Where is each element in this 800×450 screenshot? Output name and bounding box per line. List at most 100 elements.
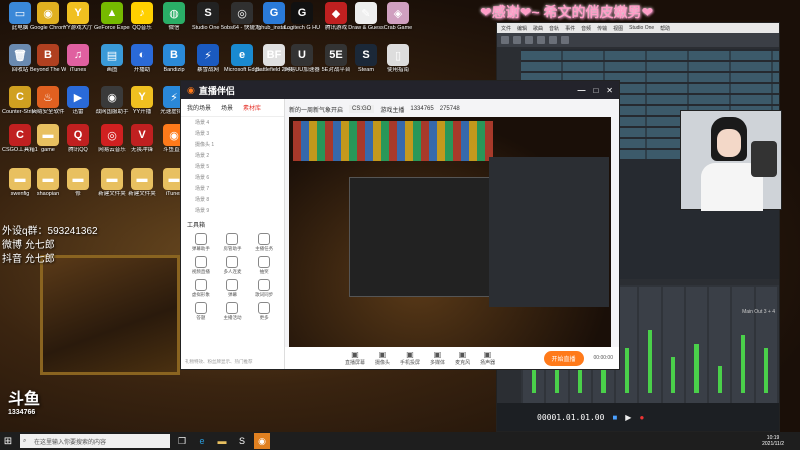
toolbox-item[interactable]: 弹幕 <box>217 279 249 298</box>
scene-item[interactable]: 摄像头 1 <box>181 139 284 150</box>
play-icon[interactable]: ▶ <box>625 413 631 422</box>
scene-item[interactable]: 场景 4 <box>181 117 284 128</box>
start-live-button[interactable]: 开始直播 <box>543 350 584 366</box>
track-lane[interactable] <box>521 62 779 71</box>
stop-icon[interactable]: ■ <box>612 413 617 422</box>
source-button[interactable]: ▣ 摄像头 <box>375 350 390 366</box>
app-icon: ◉ <box>101 86 123 108</box>
toolbox-item[interactable]: 视频直播 <box>185 256 217 275</box>
daw-menu-item[interactable]: Studio One <box>629 25 654 31</box>
tool-mute-icon[interactable] <box>561 36 569 44</box>
toolbox-item[interactable]: 虚拟形象 <box>185 279 217 298</box>
scene-tab[interactable]: 我的场景 <box>187 103 211 112</box>
desktop-icon[interactable]: ♪ QQ音乐 <box>124 2 160 31</box>
mixer-channel[interactable] <box>639 287 661 403</box>
scene-item[interactable]: 场景 7 <box>181 183 284 194</box>
desktop-icon[interactable]: ◐ 开播助 <box>124 44 160 73</box>
desktop-icon[interactable]: ◈ Crab Game <box>380 2 416 31</box>
daw-menu-item[interactable]: 视图 <box>613 25 623 32</box>
desktop-icon[interactable]: ◍ 微信 <box>156 2 192 31</box>
desktop-icon[interactable]: ▯ 使用指南 <box>380 44 416 73</box>
taskbar-search[interactable]: ⌕ 在这里输入你要搜索的内容 <box>20 434 170 448</box>
toolbox-item[interactable]: 主播任务 <box>248 233 280 252</box>
daw-menu-item[interactable]: 传输 <box>597 25 607 32</box>
toolbox-item[interactable]: 抽奖 <box>248 256 280 275</box>
room-title[interactable]: 新的一周新气象开启 <box>289 105 343 114</box>
daw-menu-item[interactable]: 文件 <box>501 25 511 32</box>
desktop-icon[interactable]: ♫ iTunes <box>60 44 96 73</box>
scene-item[interactable]: 场景 9 <box>181 205 284 216</box>
desktop-icon[interactable]: ▶ 迅雷 <box>60 86 96 115</box>
track-lane[interactable] <box>521 51 779 60</box>
toolbox-item[interactable]: 弹幕助手 <box>185 233 217 252</box>
explorer-icon[interactable]: ▬ <box>214 433 230 449</box>
tool-label: 弹幕 <box>227 292 237 297</box>
desktop-icon[interactable]: B Bandizip <box>156 44 192 73</box>
app-icon: ◆ <box>325 2 347 24</box>
mixer-channel[interactable] <box>685 287 708 403</box>
scene-item[interactable]: 场景 8 <box>181 194 284 205</box>
daw-menu-item[interactable]: 编辑 <box>517 25 527 32</box>
desktop-icon-label: Microsoft Edge <box>224 67 260 73</box>
source-button[interactable]: ▣ 直播屏幕 <box>345 350 365 366</box>
tool-eraser-icon[interactable] <box>537 36 545 44</box>
windows-start-icon[interactable]: ⊞ <box>0 436 16 447</box>
close-icon[interactable]: ✕ <box>606 86 613 95</box>
scene-tab[interactable]: 场景 <box>221 103 233 112</box>
edge-icon[interactable]: e <box>194 433 210 449</box>
desktop-icon[interactable]: Q 腾讯QQ <box>60 124 96 153</box>
live-companion-window[interactable]: ◉ 直播伴侣 — □ ✕ 我的场景 场景 素材库 场景 4 场景 3 摄像头 1 场景 2… <box>180 80 620 370</box>
scene-item[interactable]: 场景 6 <box>181 172 284 183</box>
minimize-icon[interactable]: — <box>577 86 585 95</box>
scene-item[interactable]: 场景 5 <box>181 161 284 172</box>
mixer-channel[interactable] <box>662 287 684 403</box>
desktop-icon[interactable]: ⚡ 暴雪战网 <box>190 44 226 73</box>
game-tag[interactable]: CS:GO <box>349 105 375 113</box>
scene-item[interactable]: 场景 2 <box>181 150 284 161</box>
record-icon[interactable]: ● <box>639 413 644 422</box>
desktop-icon[interactable]: Y YY游戏大厅 <box>60 2 96 31</box>
daw-menu-item[interactable]: 帮助 <box>660 25 670 32</box>
task-view-icon[interactable]: ❒ <box>174 433 190 449</box>
scene-tab[interactable]: 素材库 <box>243 103 261 112</box>
desktop-icon[interactable]: ▬ 修 <box>60 168 96 197</box>
maximize-icon[interactable]: □ <box>593 86 598 95</box>
toolbox-item[interactable]: 歌词同步 <box>248 279 280 298</box>
tool-range-icon[interactable] <box>513 36 521 44</box>
desktop-icon[interactable]: S Steam <box>348 44 384 73</box>
daw-menu-item[interactable]: 音轨 <box>549 25 559 32</box>
daw-menu-item[interactable]: 音频 <box>581 25 591 32</box>
toolbox-item[interactable]: 主播活动 <box>217 302 249 321</box>
desktop-icon[interactable]: Y YY开播 <box>124 86 160 115</box>
desktop-icon[interactable]: U 网易UU加速器 <box>284 44 320 73</box>
toolbox-item[interactable]: 更多 <box>248 302 280 321</box>
desktop-icon[interactable]: ✎ Draw & Guess <box>348 2 384 31</box>
desktop-icon[interactable]: ◎obs64 - 快捷方式 <box>224 2 260 31</box>
toolbox-item[interactable]: 多人连麦 <box>217 256 249 275</box>
source-button[interactable]: ▣ 多媒体 <box>430 350 445 366</box>
toolbox-item[interactable]: 答题 <box>185 302 217 321</box>
mixer-channel[interactable] <box>709 287 731 403</box>
source-button[interactable]: ▣ 扬声器 <box>480 350 495 366</box>
studio-one-taskbar-icon[interactable]: S <box>234 433 250 449</box>
desktop-icon[interactable]: ▬ 新建文件夹 <box>124 168 160 197</box>
webcam-preview <box>680 110 782 211</box>
scene-item[interactable]: 场景 3 <box>181 128 284 139</box>
desktop-icon[interactable]: V 无畏冲锋 <box>124 124 160 153</box>
desktop-icon[interactable]: G Logitech G HUB <box>284 2 320 31</box>
tool-arrow-icon[interactable] <box>501 36 509 44</box>
clock[interactable]: 10:19 2021/11/2 <box>762 435 784 447</box>
mixer-channel[interactable] <box>732 287 754 403</box>
toolbox-item[interactable]: 房管助手 <box>217 233 249 252</box>
desktop-icon[interactable]: e Microsoft Edge <box>224 44 260 73</box>
desktop-icon[interactable]: S Studio One 5 <box>190 2 226 31</box>
mixer-channel[interactable] <box>755 287 777 403</box>
tool-split-icon[interactable] <box>525 36 533 44</box>
live-companion-taskbar-icon[interactable]: ◉ <box>254 433 270 449</box>
source-button[interactable]: ▣ 手机投屏 <box>400 350 420 366</box>
tool-paint-icon[interactable] <box>549 36 557 44</box>
desktop-icon-label: 无畏冲锋 <box>130 147 153 153</box>
source-button[interactable]: ▣ 麦克风 <box>455 350 470 366</box>
daw-menu-item[interactable]: 事件 <box>565 25 575 32</box>
daw-menu-item[interactable]: 歌曲 <box>533 25 543 32</box>
